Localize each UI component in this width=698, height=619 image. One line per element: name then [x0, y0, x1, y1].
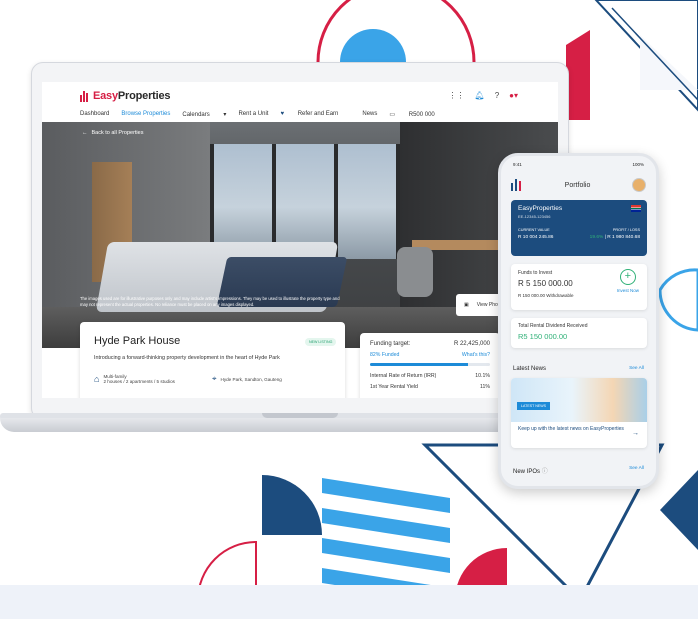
sa-flag-icon — [631, 205, 641, 212]
news-image — [511, 378, 647, 422]
nav-wallet[interactable]: ▭ R500 000 — [389, 111, 446, 118]
laptop-notch — [262, 413, 338, 418]
invest-now-button[interactable]: + Invest Now — [617, 269, 639, 293]
heart-icon: ♥ — [280, 111, 285, 117]
new-ipos-header: New IPOs ⓘ See All — [513, 466, 644, 475]
back-link[interactable]: ← Back to all Properties — [82, 130, 143, 136]
marketing-composite: EasyProperties ⋮⋮ 🔔︎ ? ●▾ Dashboard Brow… — [0, 0, 698, 619]
arrow-left-icon: ← — [82, 130, 88, 136]
header-icons: ⋮⋮ 🔔︎ ? ●▾ — [449, 91, 518, 100]
phone-mockup: 9:41 100% Portfolio EasyProperties EE-123… — [498, 153, 659, 489]
phone-header: Portfolio — [511, 174, 646, 196]
property-description: Introducing a forward-thinking property … — [94, 355, 280, 361]
wallet-icon: ▭ — [389, 112, 396, 118]
property-hero-image: ← Back to all Properties The images used… — [42, 122, 558, 348]
house-icon: ⌂ — [94, 374, 100, 384]
logo-icon — [80, 90, 89, 102]
main-nav: Dashboard Browse Properties Calendars ▾ … — [80, 111, 459, 118]
plus-circle-icon: + — [619, 269, 636, 285]
phone-status-bar: 9:41 100% — [513, 162, 644, 167]
nav-browse-properties[interactable]: Browse Properties — [121, 111, 170, 118]
funds-card: Funds to Invest R 5 150 000.00 R 150 000… — [511, 264, 647, 310]
funding-card: Funding target: R 22,425,000 82% Funded Wh… — [360, 333, 500, 398]
image-disclaimer: The images used are for illustrative pur… — [80, 296, 340, 307]
apps-grid-icon[interactable]: ⋮⋮ — [449, 91, 465, 100]
nav-rent-a-unit[interactable]: Rent a Unit — [238, 111, 268, 118]
dividend-card: Total Rental Dividend Received R5 150 00… — [511, 318, 647, 348]
nav-refer-and-earn[interactable]: ♥ Refer and Earn — [280, 111, 350, 118]
nav-news[interactable]: News — [362, 111, 377, 118]
bottom-band — [0, 585, 698, 619]
news-card[interactable]: LATEST NEWS Keep up with the latest news… — [511, 378, 647, 448]
info-icon: ⓘ — [541, 469, 548, 475]
image-icon: ▣ — [464, 302, 469, 308]
web-logo[interactable]: EasyProperties — [80, 90, 171, 102]
nav-calendars[interactable]: Calendars ▾ — [182, 111, 226, 118]
property-card: Hyde Park House NEW LISTING Introducing … — [80, 322, 345, 398]
account-card[interactable]: EasyProperties EE-12345-123456 CURRENT V… — [511, 200, 647, 256]
see-all-ipos-link[interactable]: See All — [629, 466, 644, 475]
logo-text: EasyProperties — [93, 90, 171, 102]
latest-news-header: Latest News See All — [513, 366, 644, 372]
user-avatar[interactable]: ●▾ — [509, 91, 518, 100]
property-location: ⌖ Hyde Park, Sandton, Gauteng — [212, 374, 282, 383]
logo-icon — [511, 179, 523, 191]
location-pin-icon: ⌖ — [212, 374, 217, 383]
news-tag: LATEST NEWS — [517, 402, 551, 410]
help-icon[interactable]: ? — [495, 91, 499, 100]
arrow-right-icon: → — [632, 430, 639, 437]
laptop-screen: EasyProperties ⋮⋮ 🔔︎ ? ●▾ Dashboard Brow… — [42, 82, 558, 398]
funding-progress — [370, 363, 490, 366]
avatar[interactable] — [632, 178, 646, 192]
nav-dashboard[interactable]: Dashboard — [80, 111, 109, 118]
status-badge: NEW LISTING — [305, 338, 337, 346]
property-title: Hyde Park House — [94, 335, 181, 347]
see-all-news-link[interactable]: See All — [629, 366, 644, 372]
bell-icon[interactable]: 🔔︎ — [475, 91, 485, 100]
property-type: ⌂ Multi-family 2 houses / 2 apartments / … — [94, 374, 175, 384]
whats-this-link[interactable]: What's this? — [462, 352, 490, 358]
phone-title: Portfolio — [564, 181, 591, 189]
news-headline: Keep up with the latest news on EasyProp… — [518, 426, 624, 432]
